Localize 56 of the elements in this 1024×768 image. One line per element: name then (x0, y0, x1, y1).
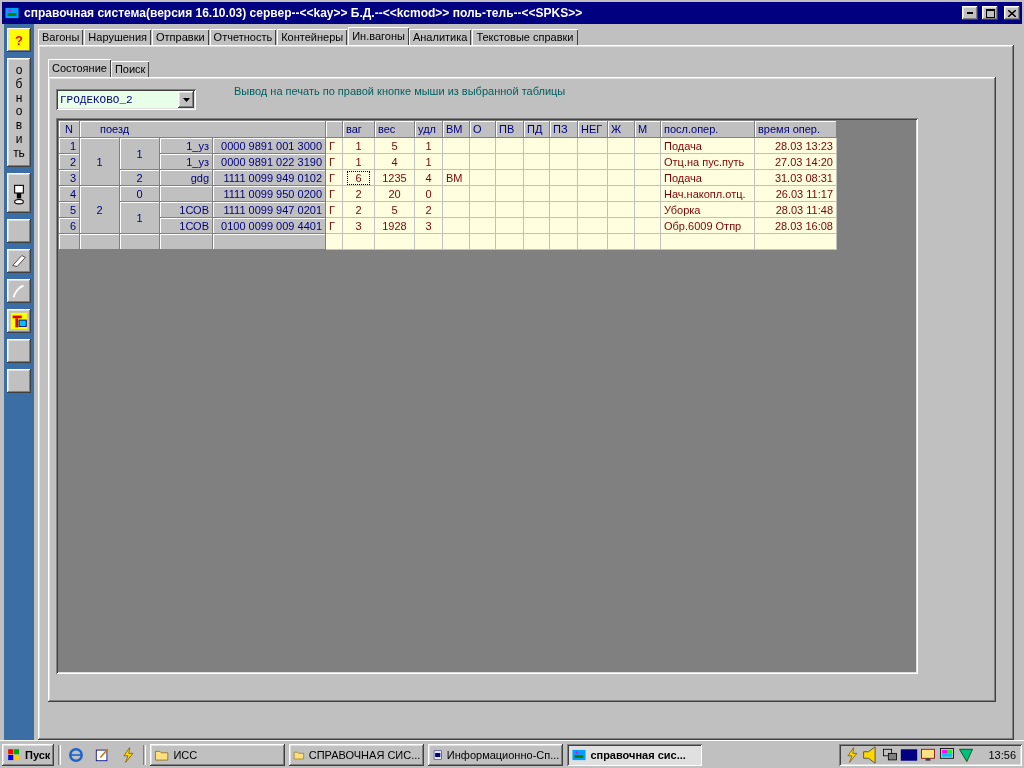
taskbar-button[interactable]: ИСС (150, 743, 286, 766)
print-hint: Вывод на печать по правой кнопке мыши из выбранной таблицы (234, 85, 566, 97)
app-icon (4, 5, 20, 21)
tab[interactable]: Поиск (110, 61, 150, 77)
refresh-button[interactable]: обновить (7, 58, 31, 167)
header-cell: N (58, 120, 80, 138)
globe-icon (67, 745, 86, 764)
maximize-button[interactable] (982, 6, 998, 20)
taskbar-button[interactable]: СПРАВОЧНАЯ СИС... (289, 743, 425, 766)
tab[interactable]: Нарушения (84, 29, 151, 45)
header-cell: ПД (523, 120, 550, 138)
tool-button[interactable] (7, 248, 31, 273)
windows-icon (6, 746, 22, 763)
header-cell: ПВ (495, 120, 524, 138)
tool-button[interactable] (7, 308, 31, 333)
tool-button[interactable] (7, 368, 31, 393)
table-cell: 1 (79, 137, 120, 186)
header-cell: посл.опер. (660, 120, 755, 138)
header-cell: О (469, 120, 496, 138)
table-cell: 2 (79, 185, 120, 234)
taskbar-button[interactable]: справочная сис... (567, 743, 703, 766)
header-cell: М (634, 120, 661, 138)
tool-button[interactable] (7, 218, 31, 243)
header-cell: НЕГ (577, 120, 608, 138)
tool-button[interactable] (7, 172, 31, 213)
tool-button[interactable] (7, 278, 31, 303)
header-cell: ПЗ (549, 120, 578, 138)
header-cell: Ж (607, 120, 635, 138)
toolbox-icon (9, 310, 29, 331)
taskbar-button[interactable]: Информационно-Сп... (428, 743, 564, 766)
close-icon (1008, 9, 1016, 17)
tab[interactable]: Текстовые справки (472, 29, 578, 45)
minimize-icon (967, 12, 973, 14)
header-cell: поезд (79, 120, 326, 138)
tab[interactable]: Отправки (152, 29, 209, 45)
tab[interactable]: Состояние (48, 59, 111, 77)
maximize-icon (985, 8, 995, 18)
header-cell: ваг (342, 120, 375, 138)
window-title: справочная система(версия 16.10.03) сервер--<<kay>> Б.Д.--<<kcmod>> поль-тель--<<SPKS>> (24, 6, 584, 20)
tab[interactable]: Ин.вагоны (348, 27, 409, 45)
header-cell: вес (374, 120, 415, 138)
tab[interactable]: Контейнеры (277, 29, 348, 45)
tool-button[interactable] (7, 338, 31, 363)
dropdown-arrow-icon (182, 97, 190, 102)
close-button[interactable] (1004, 6, 1020, 20)
tab[interactable]: Отчетность (209, 29, 277, 45)
header-cell: удл (414, 120, 443, 138)
start-button[interactable]: Пуск (2, 743, 55, 766)
tab[interactable]: Вагоны (38, 29, 84, 45)
help-button[interactable]: ? (7, 28, 31, 52)
header-cell: ВМ (442, 120, 470, 138)
clock: 13:56 (988, 748, 1016, 761)
tab[interactable]: Аналитика (408, 29, 472, 45)
header-cell: время опер. (754, 120, 837, 138)
minimize-button[interactable] (962, 6, 978, 20)
station-select[interactable]: ГРОДЕКОВО_2 (56, 89, 196, 110)
